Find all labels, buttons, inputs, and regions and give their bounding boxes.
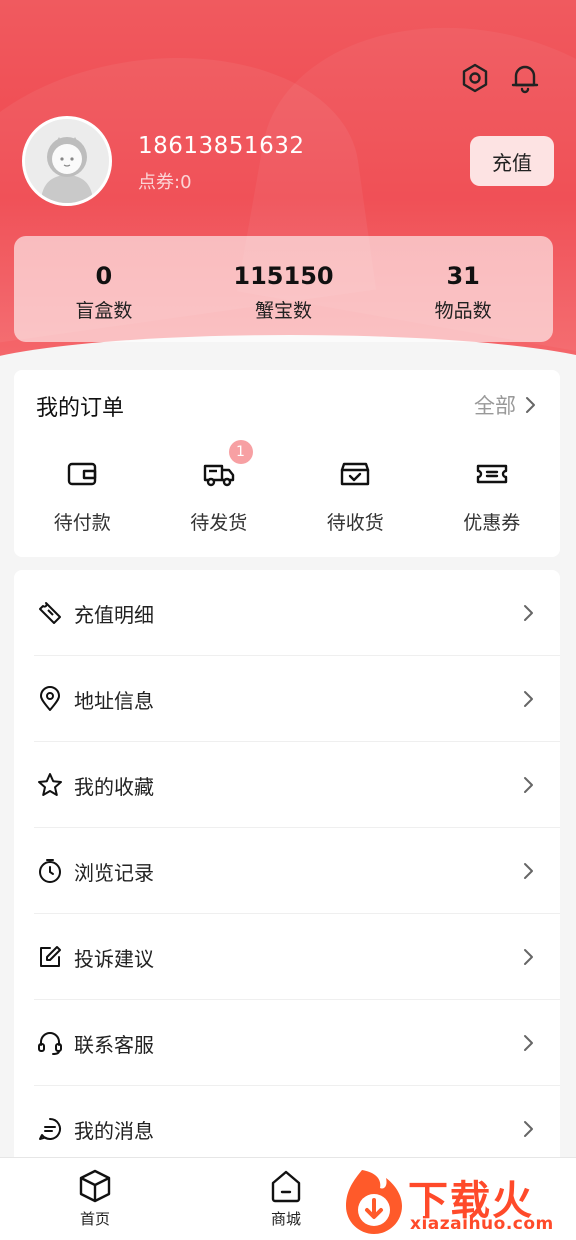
order-pending-receipt[interactable]: 待收货 (287, 456, 424, 535)
home-icon (271, 1170, 301, 1203)
order-label: 待付款 (53, 512, 111, 534)
watermark-subtitle: xiazaihuo.com (410, 1214, 554, 1234)
tab-label: 商城 (270, 1210, 301, 1228)
box-check-icon (337, 456, 373, 492)
menu-item-favorites[interactable]: 我的收藏 (14, 742, 560, 828)
location-pin-icon (36, 685, 64, 713)
edit-icon (36, 943, 64, 971)
menu-item-address[interactable]: 地址信息 (14, 656, 560, 742)
cube-icon (79, 1169, 111, 1203)
truck-icon (201, 456, 237, 492)
order-label: 待发货 (190, 512, 248, 534)
orders-card: 我的订单 全部 待付款 1 待发货 待收货 优惠券 (14, 370, 560, 557)
flame-logo-icon (346, 1170, 402, 1234)
settings-icon[interactable] (457, 60, 493, 96)
stat-crab-treasure[interactable]: 115150 蟹宝数 (194, 236, 374, 342)
order-pending-payment[interactable]: 待付款 (14, 456, 151, 535)
ticket-icon (474, 456, 510, 492)
chevron-right-icon (524, 1121, 533, 1137)
stat-value: 31 (446, 261, 480, 290)
wallet-icon (64, 456, 100, 492)
orders-title: 我的订单 (36, 396, 125, 421)
menu-item-recharge-details[interactable]: 充值明细 (14, 570, 560, 656)
user-phone: 18613851632 (138, 133, 305, 159)
order-label: 优惠券 (463, 512, 521, 534)
headset-icon (36, 1029, 64, 1057)
stat-items[interactable]: 31 物品数 (373, 236, 553, 342)
orders-all-label: 全部 (474, 394, 516, 418)
chevron-right-icon (524, 691, 533, 707)
menu-item-label: 投诉建议 (74, 946, 154, 971)
avatar[interactable] (22, 116, 112, 206)
chevron-right-icon (524, 777, 533, 793)
order-count-badge: 1 (228, 440, 253, 464)
menu-item-label: 地址信息 (74, 688, 154, 713)
stat-blind-boxes[interactable]: 0 盲盒数 (14, 236, 194, 342)
ticket-icon (36, 599, 64, 627)
chevron-right-icon (524, 863, 533, 879)
stat-label: 盲盒数 (75, 299, 133, 322)
menu-item-label: 充值明细 (74, 602, 154, 627)
site-watermark: 下载火 xiazaihuo.com (340, 1160, 576, 1240)
menu-item-label: 我的消息 (74, 1118, 154, 1143)
menu-item-customer-service[interactable]: 联系客服 (14, 1000, 560, 1086)
stat-label: 蟹宝数 (255, 299, 313, 322)
orders-all-link[interactable]: 全部 (474, 390, 536, 420)
star-icon (36, 771, 64, 799)
points-balance: 点券:0 (138, 172, 192, 193)
chevron-right-icon (526, 397, 535, 413)
chevron-right-icon (524, 949, 533, 965)
bell-icon[interactable] (507, 60, 543, 96)
menu-item-feedback[interactable]: 投诉建议 (14, 914, 560, 1000)
menu-item-label: 浏览记录 (74, 860, 154, 885)
chevron-right-icon (524, 1035, 533, 1051)
clock-icon (36, 857, 64, 885)
menu-item-label: 我的收藏 (74, 774, 154, 799)
message-icon (36, 1115, 64, 1143)
order-coupons[interactable]: 优惠券 (424, 456, 561, 535)
stat-value: 115150 (233, 261, 334, 290)
tab-home[interactable]: 首页 (55, 1168, 135, 1229)
menu-item-history[interactable]: 浏览记录 (14, 828, 560, 914)
order-label: 待收货 (326, 512, 384, 534)
recharge-button[interactable]: 充值 (470, 136, 554, 186)
tab-label: 首页 (79, 1210, 110, 1228)
stat-value: 0 (95, 261, 113, 290)
chevron-right-icon (524, 605, 533, 621)
stat-label: 物品数 (434, 299, 492, 322)
order-pending-shipment[interactable]: 1 待发货 (151, 440, 288, 535)
tab-mall[interactable]: 商城 (246, 1168, 326, 1229)
menu-list: 充值明细 地址信息 我的收藏 浏览记录 投诉建议 联系客服 我的消息 (14, 570, 560, 1170)
stats-panel: 0 盲盒数 115150 蟹宝数 31 物品数 (14, 236, 553, 342)
menu-item-label: 联系客服 (74, 1032, 154, 1057)
